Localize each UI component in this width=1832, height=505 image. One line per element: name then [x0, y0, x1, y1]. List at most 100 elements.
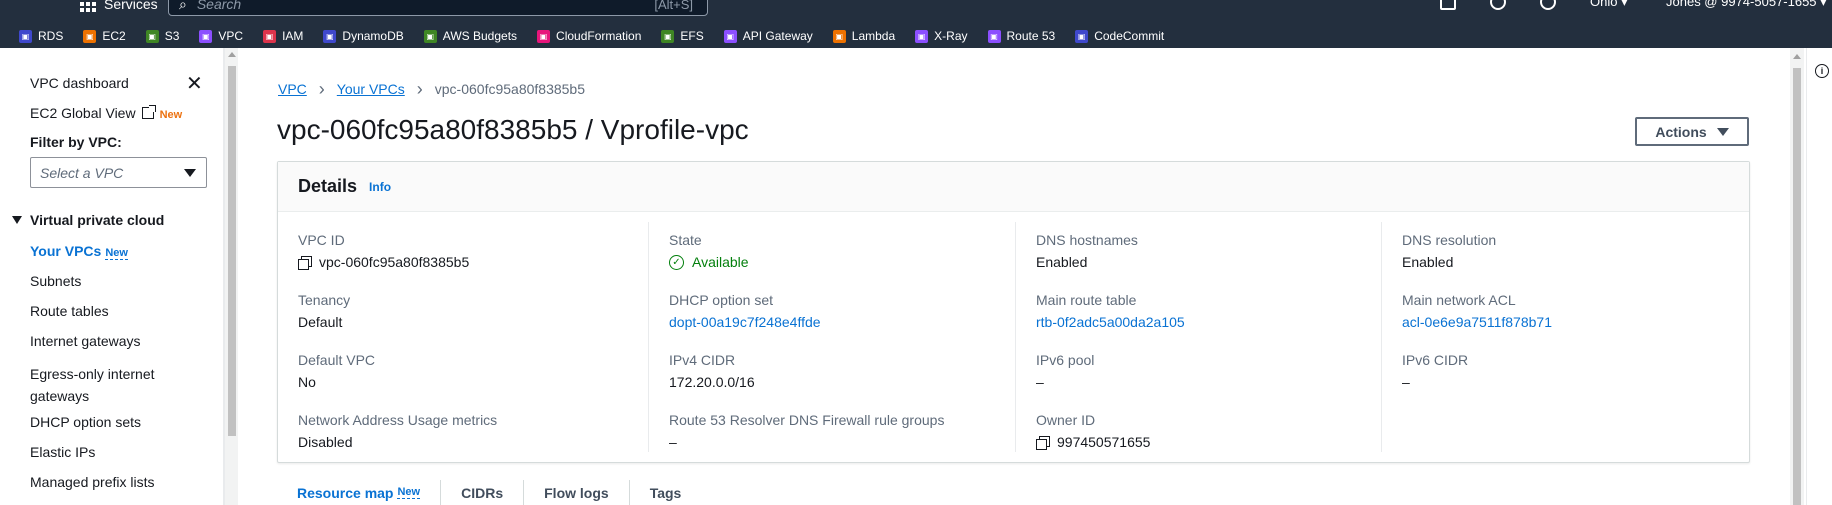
favorite-label: CloudFormation	[556, 29, 642, 43]
info-panel-icon[interactable]: i	[1815, 64, 1829, 78]
region-selector[interactable]: Ohio ▾	[1590, 0, 1628, 10]
sidebar-item-subnets[interactable]: Subnets	[30, 273, 81, 289]
check-circle-icon: ✓	[669, 254, 684, 270]
field-label: IPv6 CIDR	[1402, 352, 1469, 368]
new-badge: New	[159, 109, 183, 121]
sidebar-item-elastic-ips[interactable]: Elastic IPs	[30, 444, 95, 460]
favorite-efs[interactable]: ▣ EFS	[661, 29, 704, 43]
field-value: Enabled	[1036, 254, 1088, 270]
main-network-acl-link[interactable]: acl-0e6e9a7511f878b71	[1402, 314, 1742, 330]
favorite-vpc[interactable]: ▣ VPC	[199, 29, 243, 43]
info-link[interactable]: Info	[369, 180, 391, 194]
caret-down-icon	[1716, 127, 1729, 136]
favorite-label: Lambda	[851, 29, 896, 43]
field-label: Owner ID	[1036, 412, 1096, 428]
sidebar-item-route-tables[interactable]: Route tables	[30, 303, 109, 319]
account-menu[interactable]: Jones @ 9974-5057-1655 ▾	[1666, 0, 1827, 10]
main-route-table-link[interactable]: rtb-0f2adc5a00da2a105	[1036, 314, 1376, 330]
field-value: –	[669, 434, 677, 450]
scroll-up-icon[interactable]	[228, 52, 236, 57]
filter-label: Filter by VPC:	[30, 134, 122, 150]
cloudformation-icon: ▣	[537, 29, 551, 43]
favorite-dynamodb[interactable]: ▣ DynamoDB	[323, 29, 404, 43]
field-value: –	[1402, 374, 1410, 390]
scrollbar-thumb[interactable]	[1793, 68, 1801, 505]
new-badge[interactable]: New	[105, 247, 128, 260]
vpc-filter-placeholder: Select a VPC	[40, 165, 124, 181]
tab-cidrs[interactable]: CIDRs	[441, 480, 525, 505]
favorite-codecommit[interactable]: ▣ CodeCommit	[1075, 29, 1164, 43]
favorite-label: VPC	[218, 29, 244, 43]
dhcp-option-set-link[interactable]: dopt-00a19c7f248e4ffde	[669, 314, 1009, 330]
field-network-address-usage: Network Address Usage metrics Disabled	[298, 412, 638, 450]
favorite-label: X-Ray	[934, 29, 968, 43]
vpc-filter-select[interactable]: Select a VPC	[30, 157, 207, 188]
favorite-route-53[interactable]: ▣ Route 53	[987, 29, 1055, 43]
sidebar-item-vpc-dashboard[interactable]: VPC dashboard	[30, 75, 129, 91]
favorite-x-ray[interactable]: ▣ X-Ray	[915, 29, 968, 43]
field-dns-firewall-rule-groups: Route 53 Resolver DNS Firewall rule grou…	[669, 412, 1009, 450]
details-column-3: DNS hostnames Enabled Main route table r…	[1015, 222, 1381, 452]
field-ipv4-cidr: IPv4 CIDR 172.20.0.0/16	[669, 352, 1009, 390]
favorite-label: AWS Budgets	[442, 29, 518, 43]
actions-button[interactable]: Actions	[1635, 117, 1749, 146]
s3-icon: ▣	[145, 29, 159, 43]
breadcrumb-your-vpcs[interactable]: Your VPCs	[337, 81, 405, 97]
cloudshell-icon[interactable]	[1440, 0, 1456, 10]
services-label: Services	[104, 0, 158, 12]
help-icon[interactable]	[1540, 0, 1556, 10]
sidebar-item-dhcp-option-sets[interactable]: DHCP option sets	[30, 414, 141, 430]
field-default-vpc: Default VPC No	[298, 352, 638, 390]
field-label: VPC ID	[298, 232, 345, 248]
sidebar-item-managed-prefix-lists[interactable]: Managed prefix lists	[30, 474, 155, 490]
favorite-cloudformation[interactable]: ▣ CloudFormation	[537, 29, 641, 43]
api-gateway-icon: ▣	[723, 29, 737, 43]
favorite-ec2[interactable]: ▣ EC2	[83, 29, 126, 43]
favorite-lambda[interactable]: ▣ Lambda	[832, 29, 896, 43]
field-value: –	[1036, 374, 1044, 390]
sidebar-section-vpc[interactable]: Virtual private cloud	[12, 212, 164, 228]
favorite-label: IAM	[282, 29, 304, 43]
favorite-aws-budgets[interactable]: ▣ AWS Budgets	[423, 29, 518, 43]
efs-icon: ▣	[661, 29, 675, 43]
sidebar-item-ec2-global-view[interactable]: EC2 Global View New	[30, 105, 182, 121]
search-input[interactable]: ⌕ Search [Alt+S]	[168, 0, 708, 16]
details-column-2: State ✓ Available DHCP option set dopt-00…	[648, 222, 1015, 452]
services-menu[interactable]: Services	[80, 0, 158, 12]
favorite-label: EFS	[680, 29, 704, 43]
field-value: Default	[298, 314, 343, 330]
notifications-icon[interactable]	[1490, 0, 1506, 10]
divider	[1806, 48, 1807, 505]
tab-resource-map[interactable]: Resource map New	[277, 480, 442, 505]
scroll-up-icon[interactable]	[1793, 54, 1801, 59]
favorite-iam[interactable]: ▣ IAM	[263, 29, 303, 43]
field-value: 172.20.0.0/16	[669, 374, 755, 390]
main-scrollbar[interactable]	[1790, 48, 1804, 505]
field-value: Disabled	[298, 434, 353, 450]
field-label: Route 53 Resolver DNS Firewall rule grou…	[669, 412, 945, 428]
field-value: 997450571655	[1036, 434, 1376, 450]
close-icon[interactable]: ✕	[186, 74, 203, 94]
page-title: vpc-060fc95a80f8385b5 / Vprofile-vpc	[277, 114, 749, 145]
tab-flow-logs[interactable]: Flow logs	[524, 480, 630, 505]
sidebar-item-internet-gateways[interactable]: Internet gateways	[30, 333, 141, 349]
breadcrumb-vpc[interactable]: VPC	[278, 81, 307, 97]
field-vpc-id: VPC ID vpc-060fc95a80f8385b5	[298, 232, 638, 270]
favorite-s3[interactable]: ▣ S3	[145, 29, 179, 43]
field-dns-hostnames: DNS hostnames Enabled	[1036, 232, 1376, 270]
field-state: State ✓ Available	[669, 232, 1009, 270]
favorite-rds[interactable]: ▣ RDS	[19, 29, 63, 43]
details-tabs: Resource map New CIDRs Flow logs Tags	[277, 480, 701, 505]
copy-icon[interactable]	[1036, 435, 1050, 450]
copy-icon[interactable]	[298, 255, 312, 270]
sidebar-item-your-vpcs[interactable]: Your VPCs New	[30, 243, 128, 260]
tab-tags[interactable]: Tags	[630, 480, 702, 505]
vpc-icon: ▣	[199, 29, 213, 43]
field-main-route-table: Main route table rtb-0f2adc5a00da2a105	[1036, 292, 1376, 330]
sidebar-scrollbar[interactable]	[224, 48, 238, 505]
favorites-bar: ▣ RDS ▣ EC2 ▣ S3 ▣ VPC ▣ IAM ▣ DynamoDB ▣ AWS Budgets…	[0, 24, 1832, 48]
favorite-api-gateway[interactable]: ▣ API Gateway	[723, 29, 813, 43]
tab-label: Resource map	[297, 484, 394, 501]
sidebar-item-egress-only-gateways[interactable]: Egress-only internet gateways	[30, 363, 180, 407]
scrollbar-thumb[interactable]	[228, 66, 236, 436]
